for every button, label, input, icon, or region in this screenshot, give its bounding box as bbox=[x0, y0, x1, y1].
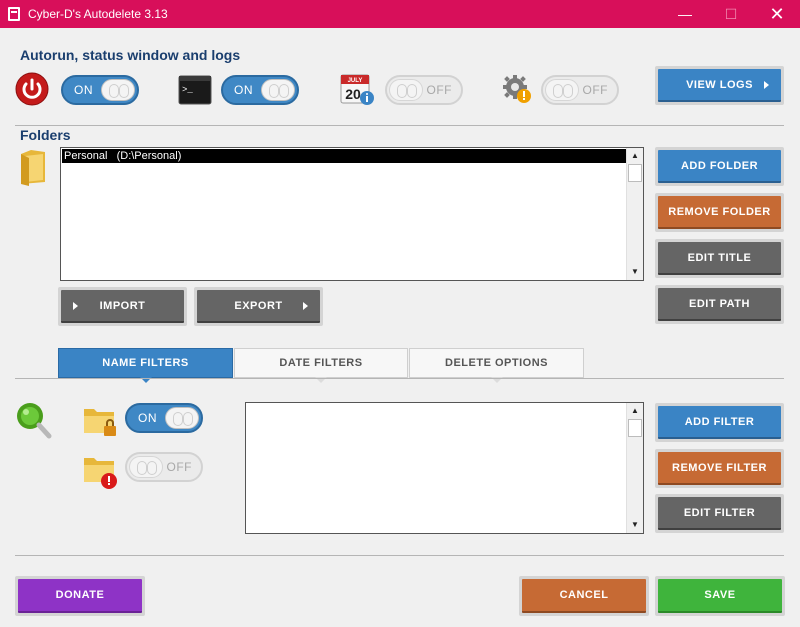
include-filter-toggle[interactable]: ON bbox=[125, 403, 203, 433]
remove-folder-button[interactable]: REMOVE FOLDER bbox=[658, 196, 781, 229]
edit-filter-button[interactable]: EDIT FILTER bbox=[658, 497, 781, 530]
export-button[interactable]: EXPORT bbox=[197, 290, 320, 323]
remove-filter-button-frame: REMOVE FILTER bbox=[655, 449, 784, 488]
maximize-button[interactable]: ☐ bbox=[708, 0, 754, 28]
edit-filter-button-frame: EDIT FILTER bbox=[655, 494, 784, 533]
export-button-frame: EXPORT bbox=[194, 287, 323, 326]
svg-text:>_: >_ bbox=[182, 85, 193, 95]
toggle-label: ON bbox=[74, 83, 93, 97]
app-icon bbox=[8, 7, 20, 21]
folder-list-item[interactable]: Personal (D:\Personal) bbox=[62, 149, 626, 163]
folder-error-icon bbox=[84, 458, 117, 489]
cancel-button[interactable]: CANCEL bbox=[522, 579, 646, 613]
view-logs-label: VIEW LOGS bbox=[686, 78, 753, 91]
import-button-frame: IMPORT bbox=[58, 287, 187, 326]
folder-lock-icon bbox=[84, 409, 116, 436]
add-folder-button[interactable]: ADD FOLDER bbox=[658, 150, 781, 183]
calendar-month: JULY bbox=[348, 78, 363, 84]
exclude-filter-toggle[interactable]: OFF bbox=[125, 452, 203, 482]
power-icon bbox=[15, 72, 49, 106]
edit-title-button[interactable]: EDIT TITLE bbox=[658, 242, 781, 275]
divider bbox=[15, 555, 784, 556]
filters-list[interactable]: ▲ ▼ bbox=[245, 402, 644, 534]
folders-list[interactable]: Personal (D:\Personal) ▲ ▼ bbox=[60, 147, 644, 281]
toggle-knob bbox=[101, 79, 135, 101]
toggle-knob bbox=[389, 79, 423, 101]
toggle-knob bbox=[545, 79, 579, 101]
save-button[interactable]: SAVE bbox=[658, 579, 782, 613]
autorun-heading: Autorun, status window and logs bbox=[20, 47, 241, 63]
tab-name-filters[interactable]: NAME FILTERS bbox=[58, 348, 233, 383]
scroll-thumb[interactable] bbox=[628, 419, 642, 437]
autorun-toggle[interactable]: ON bbox=[61, 75, 139, 105]
import-button[interactable]: IMPORT bbox=[61, 290, 184, 323]
scroll-up-arrow-icon[interactable]: ▲ bbox=[627, 148, 643, 164]
edit-path-button[interactable]: EDIT PATH bbox=[658, 288, 781, 321]
folders-heading: Folders bbox=[20, 127, 71, 143]
folder-icon bbox=[21, 150, 45, 186]
toggle-label: ON bbox=[138, 411, 157, 425]
toggle-knob bbox=[129, 456, 163, 478]
arrow-right-icon bbox=[303, 301, 308, 310]
close-button[interactable]: ✕ bbox=[754, 0, 800, 28]
calendar-day: 20 bbox=[345, 86, 361, 102]
import-label: IMPORT bbox=[99, 299, 146, 312]
divider bbox=[15, 125, 784, 126]
add-filter-button-frame: ADD FILTER bbox=[655, 403, 784, 442]
toggle-label: OFF bbox=[426, 83, 452, 97]
terminal-icon: >_ bbox=[178, 75, 212, 105]
tab-date-filters[interactable]: DATE FILTERS bbox=[234, 348, 408, 383]
toggle-label: OFF bbox=[166, 460, 192, 474]
gear-warning-icon bbox=[503, 75, 531, 103]
view-logs-button-frame: VIEW LOGS bbox=[655, 66, 784, 105]
donate-button-frame: DONATE bbox=[15, 576, 145, 616]
add-filter-button[interactable]: ADD FILTER bbox=[658, 406, 781, 439]
tab-label: DATE FILTERS bbox=[279, 357, 363, 369]
add-folder-button-frame: ADD FOLDER bbox=[655, 147, 784, 186]
magnifier-icon bbox=[17, 403, 52, 439]
scrollbar[interactable]: ▲ ▼ bbox=[626, 403, 643, 533]
tab-label: NAME FILTERS bbox=[102, 357, 189, 369]
export-label: EXPORT bbox=[234, 299, 283, 312]
view-logs-button[interactable]: VIEW LOGS bbox=[658, 69, 781, 102]
scroll-down-arrow-icon[interactable]: ▼ bbox=[627, 517, 643, 533]
status-window-toggle[interactable]: ON bbox=[221, 75, 299, 105]
window-title: Cyber-D's Autodelete 3.13 bbox=[28, 7, 168, 21]
calendar-info-icon: JULY 20 bbox=[340, 74, 374, 105]
remove-folder-button-frame: REMOVE FOLDER bbox=[655, 193, 784, 232]
minimize-button[interactable]: — bbox=[662, 0, 708, 28]
divider bbox=[15, 378, 784, 379]
warnings-toggle[interactable]: OFF bbox=[541, 75, 619, 105]
edit-title-button-frame: EDIT TITLE bbox=[655, 239, 784, 278]
arrow-right-icon bbox=[764, 80, 769, 89]
scrollbar[interactable]: ▲ ▼ bbox=[626, 148, 643, 280]
toggle-label: OFF bbox=[582, 83, 608, 97]
donate-button[interactable]: DONATE bbox=[18, 579, 142, 613]
toggle-label: ON bbox=[234, 83, 253, 97]
cancel-button-frame: CANCEL bbox=[519, 576, 649, 616]
edit-path-button-frame: EDIT PATH bbox=[655, 285, 784, 324]
title-bar: Cyber-D's Autodelete 3.13 — ☐ ✕ bbox=[0, 0, 800, 28]
tab-label: DELETE OPTIONS bbox=[445, 357, 548, 369]
toggle-knob bbox=[165, 407, 199, 429]
arrow-right-icon bbox=[73, 301, 78, 310]
scroll-thumb[interactable] bbox=[628, 164, 642, 182]
toggle-knob bbox=[261, 79, 295, 101]
scroll-up-arrow-icon[interactable]: ▲ bbox=[627, 403, 643, 419]
scroll-down-arrow-icon[interactable]: ▼ bbox=[627, 264, 643, 280]
tab-delete-options[interactable]: DELETE OPTIONS bbox=[409, 348, 584, 383]
save-button-frame: SAVE bbox=[655, 576, 785, 616]
logs-toggle[interactable]: OFF bbox=[385, 75, 463, 105]
remove-filter-button[interactable]: REMOVE FILTER bbox=[658, 452, 781, 485]
